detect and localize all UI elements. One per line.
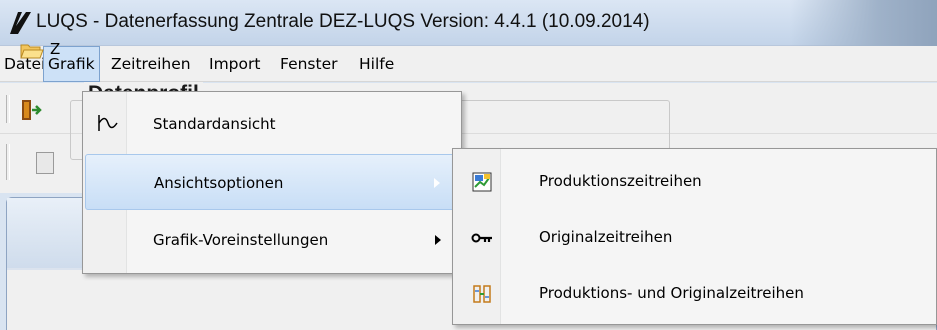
menu-zeitreihen[interactable]: Zeitreihen [107, 46, 195, 82]
menu-item-originalzeitreihen[interactable]: Originalzeitreihen [455, 209, 935, 265]
title-bar: LUQS - Datenerfassung Zentrale DEZ-LUQS … [0, 0, 937, 46]
menu-item-label: Standardansicht [153, 115, 276, 133]
submenu-arrow-icon [435, 235, 441, 245]
toolbar-document-icon[interactable] [36, 152, 54, 174]
exit-door-icon[interactable] [20, 98, 42, 122]
menu-item-grafik-voreinstellungen[interactable]: Grafik-Voreinstellungen [85, 212, 459, 268]
menu-import[interactable]: Import [205, 46, 264, 82]
menu-item-ansichtsoptionen[interactable]: Ansichtsoptionen [85, 154, 459, 210]
menu-hilfe[interactable]: Hilfe [355, 46, 398, 82]
toolbar-grip-2[interactable] [6, 144, 10, 180]
menu-item-label: Grafik-Voreinstellungen [153, 231, 329, 249]
menu-item-label: Produktionszeitreihen [539, 172, 702, 190]
menu-item-produktions-und-originalzeitreihen[interactable]: Produktions- und Originalzeitreihen [455, 265, 935, 321]
menu-item-produktionszeitreihen[interactable]: Produktionszeitreihen [455, 153, 935, 209]
menu-item-label: Ansichtsoptionen [154, 174, 284, 192]
title-bar-glass [790, 0, 937, 46]
menu-item-label: Produktions- und Originalzeitreihen [539, 284, 804, 302]
combined-series-icon [473, 285, 491, 303]
submenu-arrow-icon [434, 178, 440, 188]
production-series-icon [472, 172, 492, 192]
key-icon [471, 233, 492, 243]
folder-open-icon [20, 44, 44, 59]
toolbar-grip[interactable] [6, 95, 10, 123]
menu-fenster[interactable]: Fenster [276, 46, 342, 82]
chart-curve-icon [98, 115, 118, 131]
window-title: LUQS - Datenerfassung Zentrale DEZ-LUQS … [36, 11, 650, 32]
menu-item-standardansicht[interactable]: Standardansicht [85, 96, 459, 152]
ansichtsoptionen-submenu: Produktionszeitreihen Originalzeitreihen… [452, 148, 937, 325]
menu-item-label: Originalzeitreihen [539, 228, 673, 246]
luqs-logo-icon [10, 12, 31, 34]
grafik-menu: Standardansicht Ansichtsoptionen Grafik-… [82, 91, 462, 274]
child-window-title: Z [50, 40, 61, 58]
menu-bar: Datei Grafik Zeitreihen Import Fenster H… [0, 46, 937, 82]
